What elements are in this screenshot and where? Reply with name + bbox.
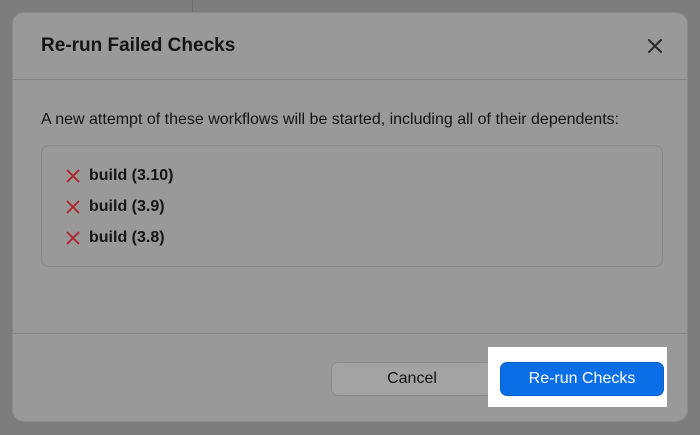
dialog-body: A new attempt of these workflows will be… xyxy=(13,80,687,334)
x-fail-icon xyxy=(65,230,81,246)
dialog-title: Re-run Failed Checks xyxy=(41,35,236,56)
cancel-button[interactable]: Cancel xyxy=(331,362,493,396)
workflow-item: build (3.8) xyxy=(65,222,639,253)
workflow-name: build (3.9) xyxy=(89,197,165,215)
x-fail-icon xyxy=(65,199,81,215)
close-button[interactable] xyxy=(643,34,667,58)
dialog-description: A new attempt of these workflows will be… xyxy=(41,111,620,128)
close-icon xyxy=(648,39,662,53)
workflow-list: build (3.10) build (3.9) build (3.8) xyxy=(41,145,663,267)
workflow-name: build (3.10) xyxy=(89,166,174,184)
x-fail-icon xyxy=(65,168,81,184)
background-divider xyxy=(192,0,193,12)
rerun-checks-button[interactable]: Re-run Checks xyxy=(500,362,664,396)
dialog-header: Re-run Failed Checks xyxy=(13,13,687,80)
workflow-item: build (3.10) xyxy=(65,160,639,191)
workflow-name: build (3.8) xyxy=(89,228,165,246)
workflow-item: build (3.9) xyxy=(65,191,639,222)
